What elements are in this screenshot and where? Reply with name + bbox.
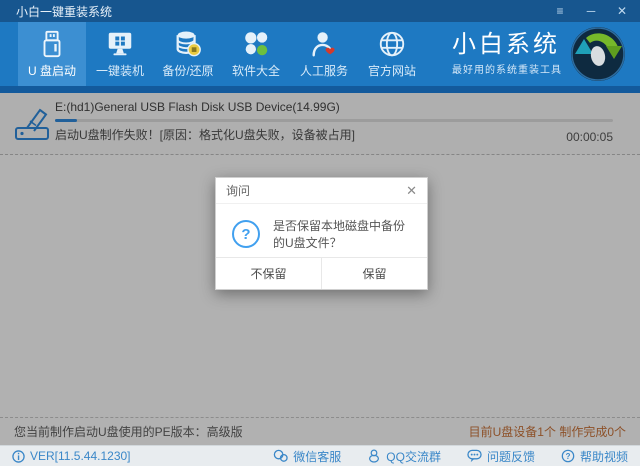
feedback-link[interactable]: 问题反馈 <box>467 448 535 465</box>
software-clover-icon <box>241 29 271 59</box>
dont-keep-button[interactable]: 不保留 <box>216 258 322 289</box>
wechat-support-link[interactable]: 微信客服 <box>273 448 341 465</box>
dialog-body: ? 是否保留本地磁盘中备份的U盘文件？ <box>216 204 427 251</box>
window-title: 小白一键重装系统 <box>16 3 112 20</box>
globe-icon <box>377 29 407 59</box>
support-person-icon <box>309 29 339 59</box>
footer-link-label: 帮助视频 <box>580 448 628 465</box>
footer-links: 微信客服 QQ交流群 问题反馈 <box>273 448 628 465</box>
nav-divider-strip <box>0 86 640 93</box>
footer-bar: VER[11.5.44.1230] 微信客服 QQ交流群 <box>0 445 640 466</box>
nav-item-one-key-install[interactable]: 一键装机 <box>86 22 154 86</box>
dialog-close-icon[interactable]: ✕ <box>406 183 417 199</box>
nav-item-support[interactable]: 人工服务 <box>290 22 358 86</box>
nav-item-backup-restore[interactable]: 备份/还原 <box>154 22 222 86</box>
menu-icon[interactable]: ≡ <box>552 0 568 22</box>
nav-item-label: 备份/还原 <box>162 62 213 79</box>
nav-item-usb-boot[interactable]: U 盘启动 <box>18 22 86 86</box>
feedback-icon <box>467 449 482 463</box>
dialog-footer: 不保留 保留 <box>216 257 427 289</box>
help-video-link[interactable]: ? 帮助视频 <box>561 448 628 465</box>
nav-item-label: 官方网站 <box>368 62 416 79</box>
title-bar: 小白一键重装系统 ≡ ─ ✕ <box>0 0 640 22</box>
footer-link-label: QQ交流群 <box>386 448 441 465</box>
nav-item-official-site[interactable]: 官方网站 <box>358 22 426 86</box>
help-video-icon: ? <box>561 449 575 463</box>
qq-group-link[interactable]: QQ交流群 <box>367 448 441 465</box>
usb-drive-icon <box>37 29 67 59</box>
nav-bar: U 盘启动 一键装机 备份/还原 <box>0 22 640 86</box>
nav-item-label: U 盘启动 <box>28 62 76 79</box>
brand-slogan: 最好用的系统重装工具 <box>452 61 562 76</box>
dialog-message: 是否保留本地磁盘中备份的U盘文件？ <box>273 217 411 251</box>
app-window: 小白一键重装系统 ≡ ─ ✕ U 盘启动 <box>0 0 640 466</box>
version-info: VER[11.5.44.1230] <box>12 449 131 463</box>
brand-name: 小白系统 <box>452 33 562 57</box>
svg-text:?: ? <box>566 452 571 461</box>
version-text: VER[11.5.44.1230] <box>30 449 131 463</box>
qq-icon <box>367 449 381 463</box>
nav-item-label: 人工服务 <box>300 62 348 79</box>
keep-button[interactable]: 保留 <box>322 258 427 289</box>
footer-link-label: 微信客服 <box>293 448 341 465</box>
info-icon <box>12 450 25 463</box>
brand-logo-icon <box>570 26 626 82</box>
wechat-icon <box>273 449 288 463</box>
dialog-title: 询问 <box>226 182 250 199</box>
question-icon: ? <box>232 220 260 248</box>
minimize-icon[interactable]: ─ <box>583 0 599 22</box>
brand-area: 小白系统 最好用的系统重装工具 <box>452 22 626 86</box>
monitor-icon <box>105 29 135 59</box>
footer-link-label: 问题反馈 <box>487 448 535 465</box>
confirm-dialog: 询问 ✕ ? 是否保留本地磁盘中备份的U盘文件？ 不保留 保留 <box>215 177 428 290</box>
content-area: E:(hd1)General USB Flash Disk USB Device… <box>0 93 640 445</box>
dialog-title-bar: 询问 ✕ <box>216 178 427 204</box>
backup-restore-icon <box>173 29 203 59</box>
nav-item-software[interactable]: 软件大全 <box>222 22 290 86</box>
nav-item-label: 一键装机 <box>96 62 144 79</box>
window-controls: ≡ ─ ✕ <box>552 0 630 22</box>
brand-text: 小白系统 最好用的系统重装工具 <box>452 33 562 76</box>
close-icon[interactable]: ✕ <box>614 0 630 22</box>
nav-item-label: 软件大全 <box>232 62 280 79</box>
